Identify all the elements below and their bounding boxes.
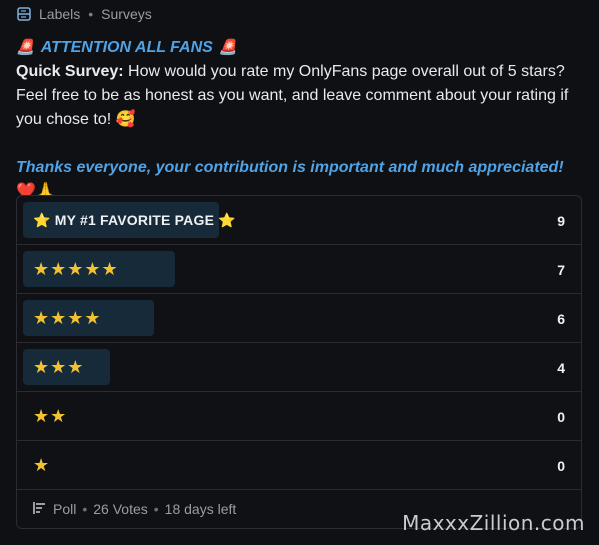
thanks-message: Thanks everyone, your contribution is im… — [16, 159, 564, 176]
label-icon — [17, 7, 31, 21]
poll-options: ⭐ MY #1 FAVORITE PAGE ⭐ 9 ★★★★★ 7 ★★★★ 6 ★★★ 4 ★… — [17, 196, 581, 490]
vote-count: 4 — [557, 359, 565, 376]
breadcrumb-section[interactable]: Labels — [39, 6, 80, 22]
poll-option[interactable]: ★ 0 — [17, 441, 581, 490]
star-rating-icon: ★★★★ — [33, 308, 102, 328]
watermark: MaxxxZillion.com — [402, 511, 585, 535]
poll-option-label: ★ — [33, 441, 50, 490]
vote-count: 6 — [557, 310, 565, 327]
poll-option[interactable]: ★★★★★ 7 — [17, 245, 581, 294]
poll: ⭐ MY #1 FAVORITE PAGE ⭐ 9 ★★★★★ 7 ★★★★ 6 ★★★ 4 ★… — [16, 195, 582, 529]
attention-heading: 🚨 ATTENTION ALL FANS 🚨 — [16, 36, 588, 60]
breadcrumb-separator: • — [88, 6, 94, 22]
star-rating-icon: ★★★ — [33, 357, 85, 377]
poll-option-label: ★★★★★ — [33, 245, 119, 294]
post-body: 🚨 ATTENTION ALL FANS 🚨 Quick Survey: How… — [16, 36, 588, 204]
poll-option-label: ★★ — [33, 392, 67, 441]
poll-icon — [33, 501, 47, 517]
poll-option-label: ⭐ MY #1 FAVORITE PAGE ⭐ — [33, 212, 236, 228]
poll-option[interactable]: ★★★★ 6 — [17, 294, 581, 343]
siren-icon: 🚨 — [16, 39, 35, 56]
siren-icon: 🚨 — [218, 39, 238, 56]
vote-count: 7 — [557, 261, 565, 278]
breadcrumb-page[interactable]: Surveys — [101, 6, 152, 22]
footer-separator: • — [82, 501, 88, 517]
vote-count: 0 — [557, 457, 565, 474]
star-rating-icon: ★★★★★ — [33, 259, 119, 279]
star-rating-icon: ★ — [33, 455, 51, 475]
poll-option[interactable]: ⭐ MY #1 FAVORITE PAGE ⭐ 9 — [17, 196, 581, 245]
poll-option-label: ★★★ — [33, 343, 84, 392]
vote-count: 9 — [557, 212, 565, 229]
poll-time-left: 18 days left — [164, 501, 237, 517]
footer-separator: • — [153, 501, 159, 517]
poll-option-label: ★★★★ — [33, 294, 102, 343]
attention-text: ATTENTION ALL FANS — [40, 39, 213, 56]
poll-vote-total: 26 Votes — [93, 501, 148, 517]
quick-survey-label: Quick Survey: — [16, 63, 124, 80]
vote-count: 0 — [557, 408, 565, 425]
survey-text: Quick Survey: How would you rate my Only… — [16, 60, 588, 132]
poll-option[interactable]: ★★ 0 — [17, 392, 581, 441]
poll-option[interactable]: ★★★ 4 — [17, 343, 581, 392]
breadcrumb: Labels • Surveys — [17, 6, 152, 22]
star-rating-icon: ★★ — [33, 406, 68, 426]
poll-type: Poll — [53, 501, 77, 517]
